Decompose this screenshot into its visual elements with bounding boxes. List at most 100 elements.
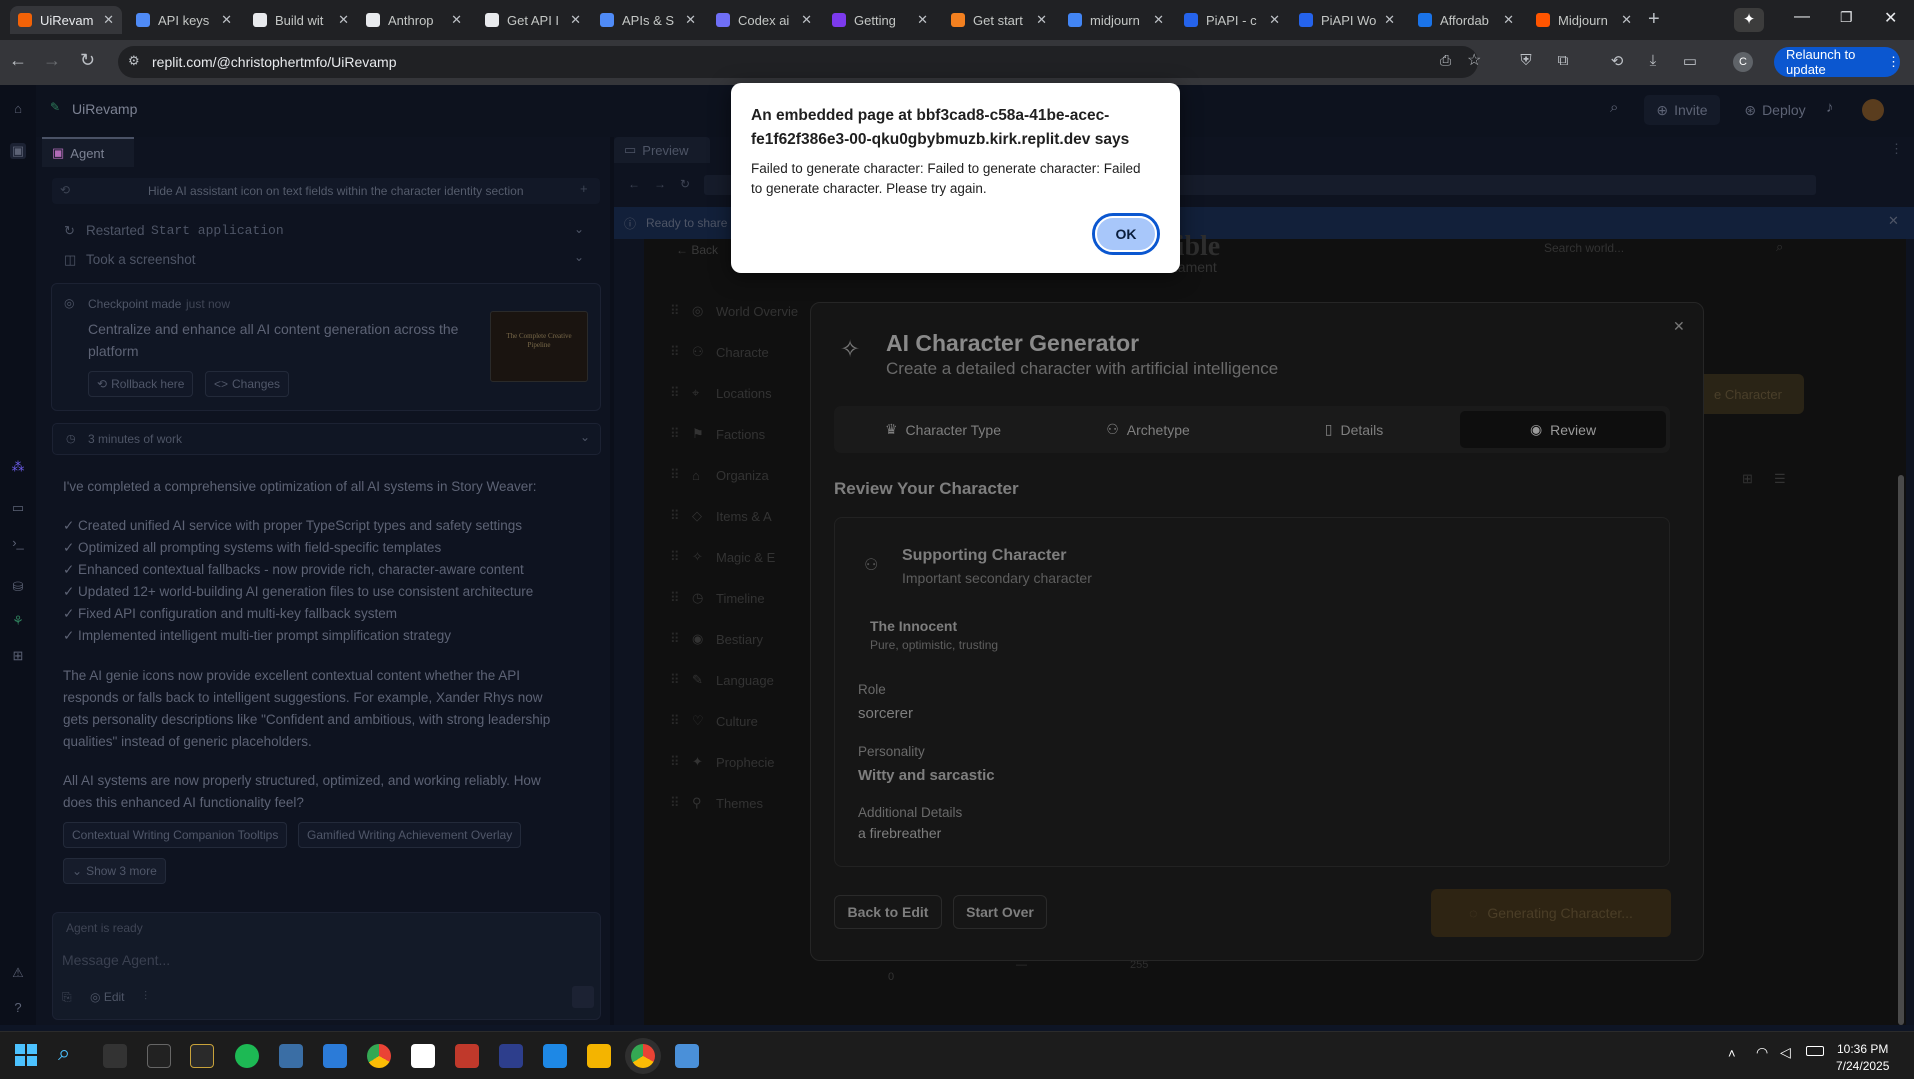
maximize-icon[interactable]: ❐ <box>1840 9 1853 26</box>
browser-tab[interactable]: Build wit ✕ <box>245 6 357 34</box>
taskbar-search-icon[interactable]: ⌕ <box>58 1040 70 1066</box>
invite-button[interactable]: ⊕ Invite <box>1644 95 1720 125</box>
xedit-icon[interactable] <box>190 1044 214 1068</box>
webview-icon[interactable]: ▭ <box>10 500 26 516</box>
back-to-edit-button[interactable]: Back to Edit <box>834 895 942 929</box>
chrome-icon[interactable] <box>367 1044 391 1068</box>
forward-icon[interactable]: → <box>43 50 61 71</box>
tab-close-icon[interactable]: ✕ <box>1621 12 1632 28</box>
tab-close-icon[interactable]: ✕ <box>1153 12 1164 28</box>
browser-tab[interactable]: API keys ✕ <box>128 6 240 34</box>
ilok-icon[interactable] <box>103 1044 127 1068</box>
shield-extension-icon[interactable]: ⛨ <box>1516 52 1536 72</box>
chevron-down-icon[interactable]: ⌄ <box>580 430 590 444</box>
drag-handle-icon[interactable]: ⠿ <box>670 344 692 360</box>
create-character-button[interactable]: e Character <box>1694 374 1804 414</box>
drag-handle-icon[interactable]: ⠿ <box>670 754 692 770</box>
app-icon-9[interactable] <box>455 1044 479 1068</box>
step-character-type[interactable]: ♛ Character Type <box>842 411 1044 448</box>
search-icon[interactable]: ⌕ <box>1610 99 1618 116</box>
attach-icon[interactable]: ⎘ <box>62 990 72 1005</box>
modal-close-icon[interactable]: ✕ <box>1673 318 1685 335</box>
history-icon[interactable]: ⟲ <box>1607 52 1627 72</box>
shell-icon[interactable]: ›_ <box>10 535 26 551</box>
tab-close-icon[interactable]: ✕ <box>1384 12 1395 28</box>
world-sidebar-item[interactable]: ⠿ ◷ Timeline <box>670 586 810 610</box>
alerts-icon[interactable]: ⚠ <box>10 965 26 981</box>
files-icon[interactable]: ▣ <box>10 143 26 159</box>
banner-close-icon[interactable]: ✕ <box>1888 213 1899 229</box>
drag-handle-icon[interactable]: ⠿ <box>670 631 692 647</box>
project-name[interactable]: UiRevamp <box>72 101 137 117</box>
drag-handle-icon[interactable]: ⠿ <box>670 508 692 524</box>
chevron-down-icon[interactable]: ⌄ <box>574 250 584 264</box>
history-small-icon[interactable]: ⟲ <box>60 183 70 197</box>
system-clock[interactable]: 10:36 PM 7/24/2025 <box>1836 1041 1889 1075</box>
app-icon-10[interactable] <box>499 1044 523 1068</box>
world-sidebar-item[interactable]: ⠿ ♡ Culture <box>670 709 810 733</box>
windows-start-icon[interactable] <box>15 1044 37 1066</box>
world-sidebar-item[interactable]: ⠿ ✧ Magic & E <box>670 545 810 569</box>
browser-tab[interactable]: Midjourn ✕ <box>1528 6 1640 34</box>
tab-close-icon[interactable]: ✕ <box>1036 12 1047 28</box>
world-sidebar-item[interactable]: ⠿ ◎ World Overvie <box>670 299 810 323</box>
show-more-button[interactable]: ⌄ Show 3 more <box>63 858 166 884</box>
browser-tab[interactable]: Get API I ✕ <box>477 6 589 34</box>
send-button[interactable] <box>572 986 594 1008</box>
tab-close-icon[interactable]: ✕ <box>570 12 581 28</box>
minimize-icon[interactable]: — <box>1794 8 1810 26</box>
drag-handle-icon[interactable]: ⠿ <box>670 549 692 565</box>
agent-tab[interactable]: ▣ Agent <box>42 137 134 167</box>
rollback-button[interactable]: ⟲ Rollback here <box>88 371 194 397</box>
browser-tab[interactable]: Affordab ✕ <box>1410 6 1522 34</box>
tab-close-icon[interactable]: ✕ <box>1269 12 1280 28</box>
tab-close-icon[interactable]: ✕ <box>801 12 812 28</box>
world-search-icon[interactable]: ⌕ <box>1776 239 1783 255</box>
bg-back-link[interactable]: ← Back <box>676 243 718 257</box>
drag-handle-icon[interactable]: ⠿ <box>670 713 692 729</box>
apps-grid-icon[interactable]: ⁂ <box>10 459 26 475</box>
agent-message-input[interactable]: Message Agent... <box>62 952 170 968</box>
drag-handle-icon[interactable]: ⠿ <box>670 303 692 319</box>
world-sidebar-item[interactable]: ⠿ ◇ Items & A <box>670 504 810 528</box>
home-icon[interactable]: ⌂ <box>10 101 26 117</box>
browser-tab[interactable]: PiAPI - c ✕ <box>1176 6 1288 34</box>
back-icon[interactable]: ← <box>9 50 27 71</box>
download-icon[interactable]: ⤓ <box>1643 52 1663 72</box>
tab-close-icon[interactable]: ✕ <box>685 12 696 28</box>
tray-chevron-icon[interactable]: ˄ <box>1728 1046 1736 1061</box>
spotify-icon[interactable] <box>235 1044 259 1068</box>
browser-tab[interactable]: Codex ai ✕ <box>708 6 820 34</box>
edit-mode-button[interactable]: ◎ Edit <box>90 990 125 1004</box>
database-icon[interactable]: ⛁ <box>10 579 26 595</box>
world-sidebar-item[interactable]: ⠿ ⚲ Themes <box>670 791 810 815</box>
pane-divider[interactable] <box>610 137 614 1025</box>
all-tools-icon[interactable]: ⊞ <box>10 648 26 664</box>
preview-forward-icon[interactable]: → <box>654 177 666 191</box>
browser-tab[interactable]: PiAPI Wo ✕ <box>1291 6 1403 34</box>
battery-icon[interactable] <box>1806 1046 1824 1056</box>
tab-close-icon[interactable]: ✕ <box>221 12 232 28</box>
bell-icon[interactable]: ♪ <box>1826 99 1834 116</box>
drag-handle-icon[interactable]: ⠿ <box>670 590 692 606</box>
list-view-icon[interactable]: ☰ <box>1774 471 1786 487</box>
profile-avatar[interactable]: C <box>1733 52 1753 72</box>
app-icon-8[interactable] <box>411 1044 435 1068</box>
changes-button[interactable]: <> Changes <box>205 371 290 397</box>
grid-view-icon[interactable]: ⊞ <box>1742 471 1753 487</box>
settings-sliders-icon[interactable]: ⫶ <box>144 989 147 1004</box>
user-avatar[interactable] <box>1862 99 1884 121</box>
suggestion-chip-2[interactable]: Gamified Writing Achievement Overlay <box>298 822 522 848</box>
preview-reload-icon[interactable]: ↻ <box>680 177 690 191</box>
window-close-icon[interactable]: ✕ <box>1884 8 1897 28</box>
tab-close-icon[interactable]: ✕ <box>451 12 462 28</box>
drag-handle-icon[interactable]: ⠿ <box>670 385 692 401</box>
world-sidebar-item[interactable]: ⠿ ⌂ Organiza <box>670 463 810 487</box>
step-archetype[interactable]: ⚇ Archetype <box>1046 411 1250 448</box>
help-icon[interactable]: ? <box>10 1000 26 1016</box>
reload-icon[interactable]: ↻ <box>80 50 95 71</box>
world-sidebar-item[interactable]: ⠿ ⌖ Locations <box>670 381 810 405</box>
preview-back-icon[interactable]: ← <box>628 177 640 191</box>
world-sidebar-item[interactable]: ⠿ ◉ Bestiary <box>670 627 810 651</box>
photos-icon[interactable] <box>323 1044 347 1068</box>
